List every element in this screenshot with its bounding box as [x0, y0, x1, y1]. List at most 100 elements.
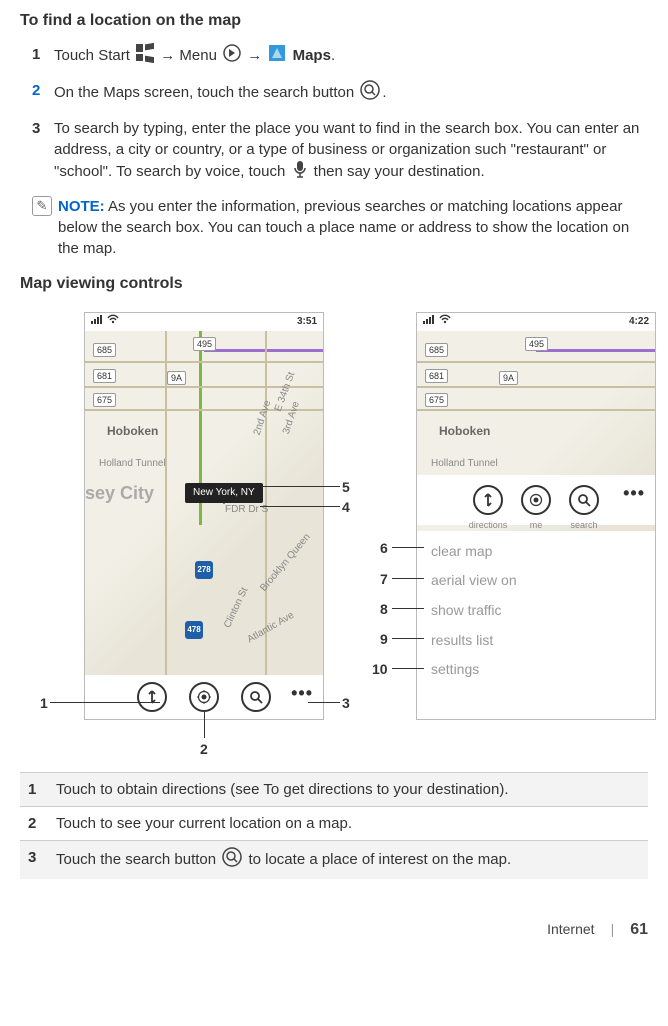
- note-text: As you enter the information, previous s…: [58, 198, 629, 257]
- street-label: Clinton St: [221, 585, 252, 630]
- maps-label: Maps: [293, 47, 331, 64]
- step-number: 1: [32, 44, 54, 65]
- legend-row-1: 1 Touch to obtain directions (see To get…: [20, 772, 648, 806]
- menu-show-traffic[interactable]: show traffic: [431, 596, 641, 626]
- step-1: 1 Touch Start → Menu → Maps.: [32, 44, 648, 68]
- start-tile-icon: [136, 44, 154, 68]
- callout-4: 4: [342, 498, 350, 518]
- screenshot-left: 3:51 685 681 675 495 9A 278 478 Hoboken …: [84, 312, 324, 720]
- ellipsis-button[interactable]: •••: [623, 481, 645, 506]
- area-label: Holland Tunnel: [431, 457, 498, 471]
- legend-num: 3: [20, 840, 48, 879]
- status-bar: 3:51: [85, 313, 323, 331]
- step-2: 2 On the Maps screen, touch the search b…: [32, 80, 648, 106]
- map-canvas[interactable]: 685 681 675 495 9A 278 478 Hoboken sey C…: [85, 331, 323, 719]
- callout-8: 8: [380, 600, 388, 620]
- map-pin-label[interactable]: New York, NY: [185, 483, 263, 503]
- step-number: 3: [32, 118, 54, 139]
- note-label: NOTE:: [58, 198, 105, 215]
- me-location-button[interactable]: [189, 682, 219, 712]
- callout-line: [308, 702, 340, 703]
- microphone-icon: [292, 160, 308, 184]
- callout-line: [260, 506, 340, 507]
- callout-9: 9: [380, 630, 388, 650]
- heading-map-controls: Map viewing controls: [20, 273, 648, 295]
- status-bar: 4:22: [417, 313, 655, 331]
- clock: 4:22: [629, 315, 649, 329]
- step-text: Touch Start: [54, 47, 134, 64]
- screenshot-right: 4:22 685 681 675 495 9A Hoboken sey City…: [416, 312, 656, 720]
- callout-line: [392, 578, 424, 579]
- menu-clear-map[interactable]: clear map: [431, 537, 641, 567]
- maps-tile-icon: [268, 44, 286, 68]
- street-label: Atlantic Ave: [245, 609, 297, 647]
- callout-line: [392, 638, 424, 639]
- legend-num: 2: [20, 806, 48, 840]
- legend-row-3: 3 Touch the search button to locate a pl…: [20, 840, 648, 879]
- callout-10: 10: [372, 660, 388, 680]
- exit-badge: 681: [93, 369, 116, 384]
- city-label: Hoboken: [107, 423, 158, 440]
- directions-button[interactable]: [473, 485, 503, 515]
- app-menu-panel: clear map aerial view on show traffic re…: [417, 531, 655, 719]
- step-text: .: [382, 84, 386, 101]
- step-text: → Menu: [160, 47, 221, 64]
- text: .: [331, 47, 335, 64]
- menu-results-list[interactable]: results list: [431, 626, 641, 656]
- exit-badge: 685: [425, 343, 448, 358]
- wifi-icon: [439, 314, 451, 329]
- callout-line: [204, 712, 205, 738]
- interstate-shield: 278: [195, 561, 213, 579]
- area-label: Holland Tunnel: [99, 457, 166, 471]
- directions-button[interactable]: [137, 682, 167, 712]
- figure-area: 3:51 685 681 675 495 9A 278 478 Hoboken …: [20, 308, 648, 758]
- legend-text: Touch the search button to locate a plac…: [48, 840, 648, 879]
- step-text: then say your destination.: [314, 163, 485, 180]
- button-label: directions: [468, 519, 508, 532]
- callout-7: 7: [380, 570, 388, 590]
- clock: 3:51: [297, 315, 317, 329]
- city-label: sey City: [85, 481, 154, 506]
- step-3: 3 To search by typing, enter the place y…: [32, 118, 648, 184]
- separator: |: [611, 920, 615, 940]
- search-button[interactable]: [569, 485, 599, 515]
- step-body: To search by typing, enter the place you…: [54, 118, 648, 184]
- exit-badge: 495: [525, 337, 548, 352]
- city-label: Hoboken: [439, 423, 490, 440]
- callout-line: [392, 547, 424, 548]
- note-block: ✎ NOTE: As you enter the information, pr…: [32, 196, 648, 259]
- legend-table: 1 Touch to obtain directions (see To get…: [20, 772, 648, 879]
- callout-6: 6: [380, 539, 388, 559]
- exit-badge: 495: [193, 337, 216, 352]
- menu-settings[interactable]: settings: [431, 655, 641, 685]
- pencil-note-icon: ✎: [32, 196, 52, 216]
- menu-aerial-view[interactable]: aerial view on: [431, 566, 641, 596]
- legend-num: 1: [20, 772, 48, 806]
- legend-text: Touch to obtain directions (see To get d…: [48, 772, 648, 806]
- heading-find-location: To find a location on the map: [20, 10, 648, 32]
- wifi-icon: [107, 314, 119, 329]
- app-bar-expanded: directions me search •••: [417, 475, 655, 525]
- interstate-shield: 478: [185, 621, 203, 639]
- page-footer: Internet | 61: [20, 919, 648, 941]
- me-location-button[interactable]: [521, 485, 551, 515]
- button-label: search: [564, 519, 604, 532]
- exit-badge: 681: [425, 369, 448, 384]
- exit-badge: 685: [93, 343, 116, 358]
- button-label: me: [516, 519, 556, 532]
- callout-3: 3: [342, 694, 350, 714]
- step-text: →: [247, 47, 262, 64]
- exit-badge: 9A: [499, 371, 518, 386]
- search-icon: [222, 847, 242, 873]
- note-body: NOTE: As you enter the information, prev…: [58, 196, 648, 259]
- callout-line: [262, 486, 340, 487]
- signal-icon: [423, 314, 435, 329]
- section-name: Internet: [547, 920, 594, 940]
- callout-2: 2: [200, 740, 208, 760]
- page-number: 61: [630, 919, 648, 941]
- search-button[interactable]: [241, 682, 271, 712]
- signal-icon: [91, 314, 103, 329]
- exit-badge: 9A: [167, 371, 186, 386]
- step-text: On the Maps screen, touch the search but…: [54, 84, 358, 101]
- exit-badge: 675: [425, 393, 448, 408]
